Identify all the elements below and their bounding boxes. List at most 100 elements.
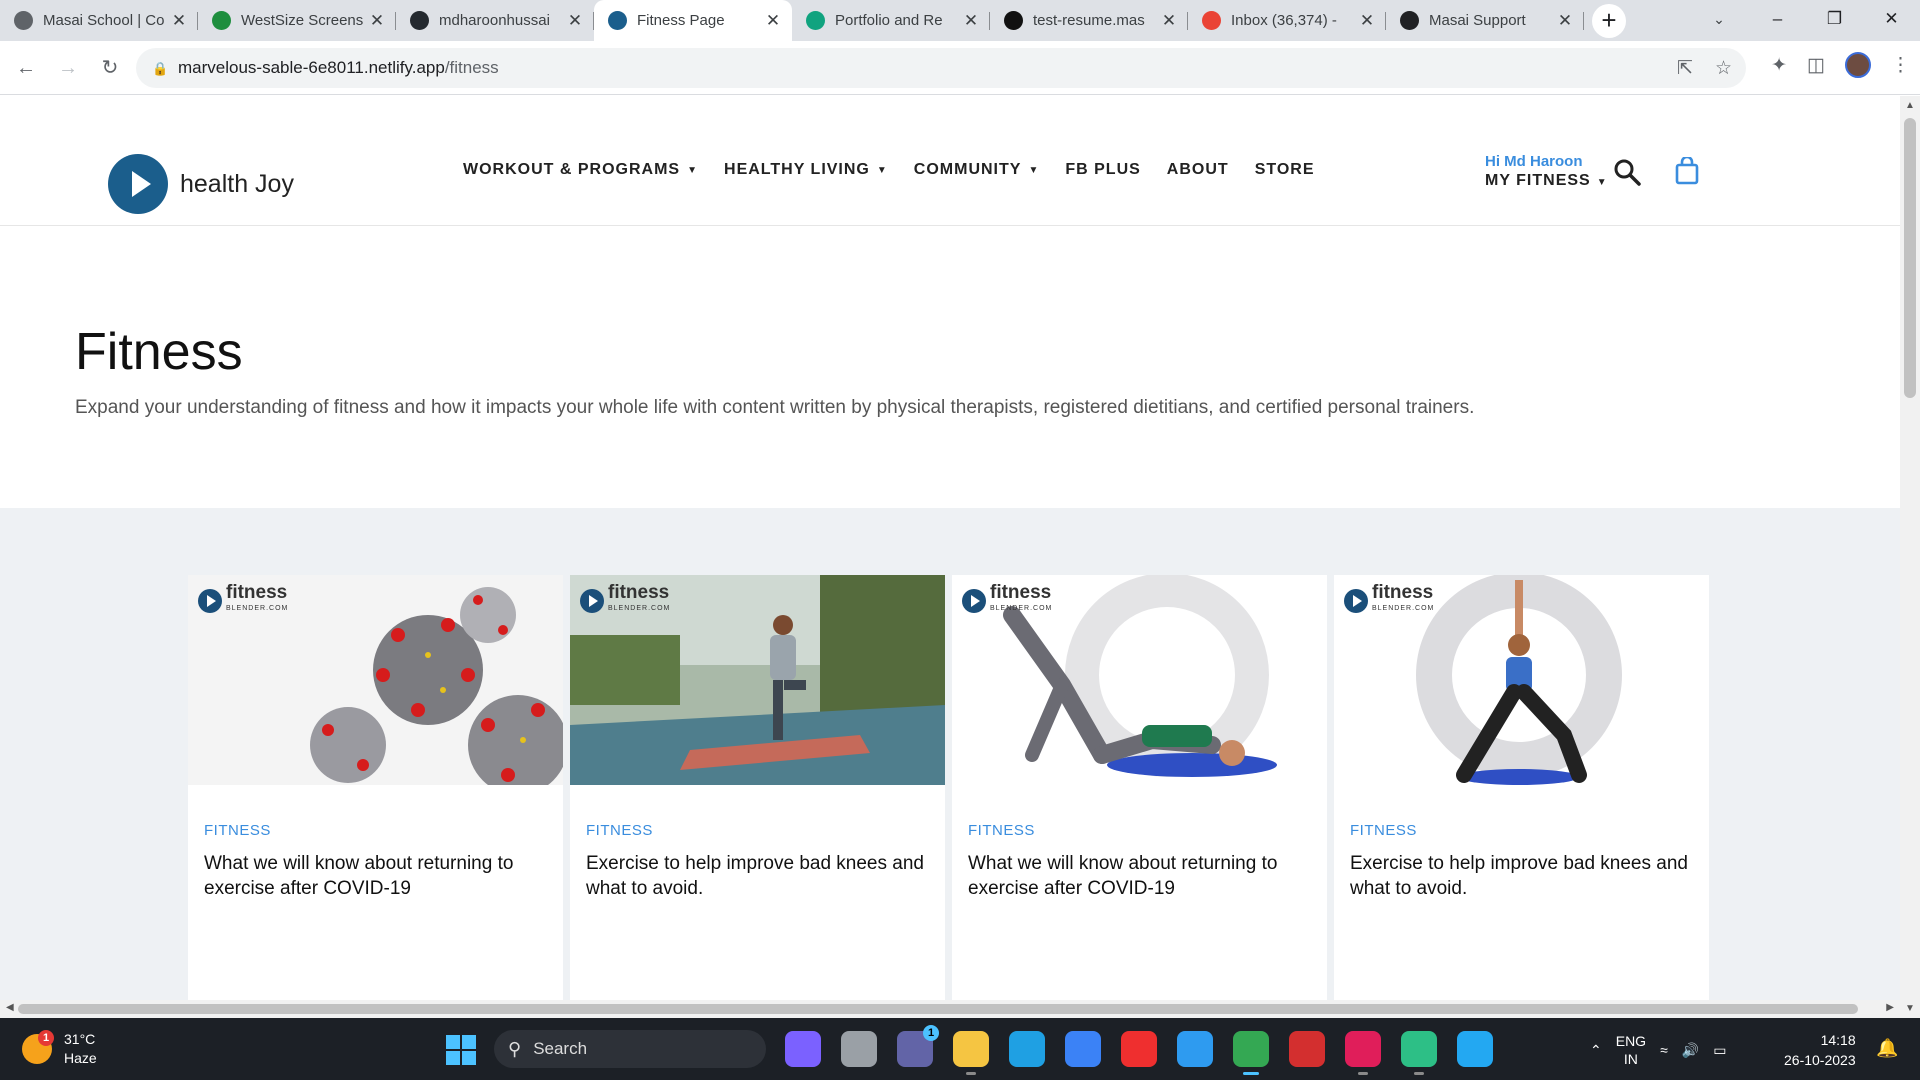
article-card[interactable]: fitness BLENDER.COM FITNESS Exercise to hel…: [570, 575, 945, 1000]
horizontal-scrollbar[interactable]: ◀ ▶: [0, 1000, 1900, 1018]
task-view-icon[interactable]: [841, 1031, 877, 1067]
share-icon[interactable]: ⇱: [1677, 57, 1693, 80]
my-fitness-label: MY FITNESS: [1485, 172, 1591, 189]
tray-chevron-up-icon[interactable]: ⌃: [1590, 1042, 1602, 1059]
side-panel-icon[interactable]: ◫: [1807, 54, 1825, 77]
vertical-scrollbar[interactable]: ▲ ▼: [1900, 96, 1920, 1018]
browser-tab[interactable]: Fitness Page ✕: [594, 0, 792, 41]
browser-tab[interactable]: test-resume.mas ✕: [990, 0, 1188, 41]
back-icon[interactable]: ←: [10, 52, 42, 84]
slack-icon[interactable]: [1345, 1031, 1381, 1075]
tab-label: Masai School | Co: [43, 12, 165, 29]
card-title[interactable]: Exercise to help improve bad knees and w…: [1350, 851, 1695, 901]
brand-text: fitness: [1372, 582, 1434, 603]
tab-close-icon[interactable]: ✕: [170, 11, 188, 30]
browser-tab[interactable]: mdharoonhussai ✕: [396, 0, 594, 41]
extensions-puzzle-icon[interactable]: ✦: [1771, 54, 1787, 77]
wifi-icon[interactable]: ≈: [1660, 1042, 1668, 1058]
lock-icon[interactable]: 🔒: [152, 61, 168, 76]
browser-tab[interactable]: Masai School | Co ✕: [0, 0, 198, 41]
card-category[interactable]: FITNESS: [1350, 822, 1417, 839]
nav-item-about[interactable]: ABOUT: [1167, 161, 1229, 179]
nav-item-healthy-living[interactable]: HEALTHY LIVING ▼: [724, 161, 888, 179]
weather-widget[interactable]: 1 31°C Haze: [22, 1030, 97, 1068]
restore-icon[interactable]: ❐: [1806, 0, 1863, 38]
card-title[interactable]: What we will know about returning to exe…: [204, 851, 549, 901]
virus-image[interactable]: fitness BLENDER.COM: [188, 575, 563, 785]
browser-tab[interactable]: WestSize Screens ✕: [198, 0, 396, 41]
windows-start-icon[interactable]: [446, 1035, 476, 1065]
notification-bell-icon[interactable]: 🔔: [1876, 1038, 1898, 1059]
nav-item-store[interactable]: STORE: [1255, 161, 1315, 179]
card-category[interactable]: FITNESS: [204, 822, 271, 839]
chrome-icon[interactable]: [1233, 1031, 1269, 1075]
browser-tab[interactable]: Masai Support ✕: [1386, 0, 1584, 41]
tab-close-icon[interactable]: ✕: [368, 11, 386, 30]
bookmark-star-icon[interactable]: ☆: [1715, 57, 1732, 80]
tab-close-icon[interactable]: ✕: [566, 11, 584, 30]
article-card[interactable]: fitness BLENDER.COM FITNESS What we will kn…: [188, 575, 563, 1000]
reload-icon[interactable]: ↻: [94, 52, 126, 84]
scroll-down-arrow-icon[interactable]: ▼: [1905, 1003, 1915, 1014]
warrior-pose-image[interactable]: fitness BLENDER.COM: [1334, 575, 1709, 785]
help-icon[interactable]: [1177, 1031, 1213, 1067]
forward-icon[interactable]: →: [52, 52, 84, 84]
horizontal-scroll-thumb[interactable]: [18, 1004, 1858, 1014]
tab-close-icon[interactable]: ✕: [1556, 11, 1574, 30]
battery-icon[interactable]: ▭: [1713, 1042, 1726, 1059]
app-badge: 1: [923, 1025, 939, 1041]
card-category[interactable]: FITNESS: [968, 822, 1035, 839]
article-card[interactable]: fitness BLENDER.COM FITNESS Exercise to hel…: [1334, 575, 1709, 1000]
nav-item-community[interactable]: COMMUNITY ▼: [914, 161, 1040, 179]
yoga-tree-pose-image[interactable]: fitness BLENDER.COM: [570, 575, 945, 785]
brand-text: fitness: [990, 582, 1052, 603]
edge-icon[interactable]: [1009, 1031, 1045, 1067]
scroll-left-arrow-icon[interactable]: ◀: [6, 1002, 14, 1013]
account-menu[interactable]: Hi Md Haroon MY FITNESS ▼: [1485, 152, 1608, 192]
scroll-right-arrow-icon[interactable]: ▶: [1886, 1002, 1894, 1013]
nav-item-fb-plus[interactable]: FB PLUS: [1065, 161, 1140, 179]
pinned-apps: 1: [785, 1025, 1493, 1075]
search-icon[interactable]: [1613, 158, 1641, 186]
site-logo[interactable]: health Joy: [108, 154, 294, 214]
clock[interactable]: 14:18 26-10-2023: [1784, 1030, 1856, 1070]
weather-temp: 31°C: [64, 1031, 96, 1047]
browser-tab[interactable]: Inbox (36,374) - ✕: [1188, 0, 1386, 41]
vertical-scroll-thumb[interactable]: [1904, 118, 1916, 398]
profile-avatar[interactable]: [1845, 52, 1871, 78]
address-bar[interactable]: 🔒 marvelous-sable-6e8011.netlify.app/fit…: [136, 48, 1746, 88]
git-icon[interactable]: [1401, 1031, 1437, 1075]
card-category[interactable]: FITNESS: [586, 822, 653, 839]
vscode-icon[interactable]: [1457, 1031, 1493, 1067]
masai-icon: [14, 11, 33, 30]
language-indicator[interactable]: ENG IN: [1616, 1032, 1646, 1068]
card-title[interactable]: What we will know about returning to exe…: [968, 851, 1313, 901]
volume-icon[interactable]: 🔊: [1682, 1042, 1699, 1059]
game-app-icon[interactable]: [1289, 1031, 1325, 1067]
close-window-icon[interactable]: ✕: [1863, 0, 1920, 38]
teams-chat-icon[interactable]: 1: [897, 1025, 939, 1067]
article-card[interactable]: fitness BLENDER.COM FITNESS What we will kn…: [952, 575, 1327, 1000]
tab-search-chevron-icon[interactable]: ⌄: [1706, 6, 1732, 32]
ms-store-icon[interactable]: [1065, 1031, 1101, 1067]
minimize-icon[interactable]: –: [1749, 0, 1806, 38]
scroll-up-arrow-icon[interactable]: ▲: [1905, 100, 1915, 111]
browser-tab[interactable]: Portfolio and Re ✕: [792, 0, 990, 41]
tab-close-icon[interactable]: ✕: [764, 11, 782, 30]
tab-close-icon[interactable]: ✕: [1358, 11, 1376, 30]
browser-menu-icon[interactable]: ⋮: [1891, 54, 1910, 77]
new-tab-button[interactable]: +: [1592, 4, 1626, 38]
tab-close-icon[interactable]: ✕: [962, 11, 980, 30]
glute-bridge-image[interactable]: fitness BLENDER.COM: [952, 575, 1327, 785]
card-title[interactable]: Exercise to help improve bad knees and w…: [586, 851, 931, 901]
drive-icon: [212, 11, 231, 30]
file-explorer-icon[interactable]: [953, 1031, 989, 1075]
tab-close-icon[interactable]: ✕: [1160, 11, 1178, 30]
greeting-text: Hi Md Haroon: [1485, 153, 1583, 170]
nav-item-workout-programs[interactable]: WORKOUT & PROGRAMS ▼: [463, 161, 698, 179]
shopping-bag-icon[interactable]: [1674, 157, 1700, 185]
netlify-icon: [1004, 11, 1023, 30]
copilot-preview-icon[interactable]: [785, 1031, 821, 1067]
taskbar-search[interactable]: ⚲ Search: [494, 1030, 766, 1068]
anydesk-icon[interactable]: [1121, 1031, 1157, 1067]
